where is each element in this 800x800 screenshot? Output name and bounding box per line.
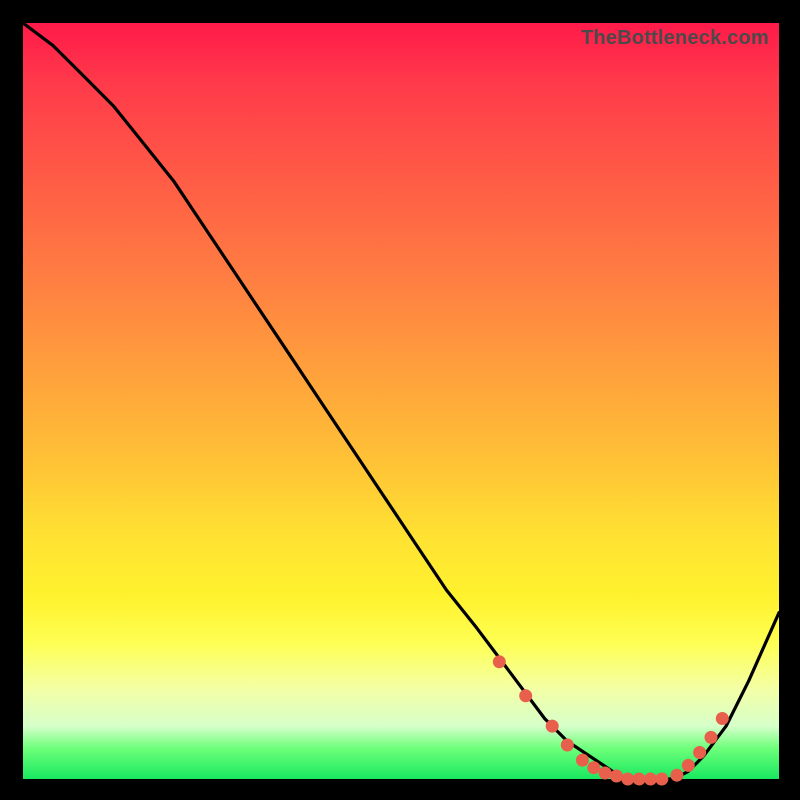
marker-point [716,713,728,725]
marker-point [671,769,683,781]
marker-point [599,767,611,779]
marker-point [705,731,717,743]
marker-point [546,720,558,732]
marker-point [588,762,600,774]
marker-point [682,759,694,771]
marker-point [622,773,634,785]
bottleneck-curve [23,23,779,779]
marker-group [493,656,728,785]
marker-point [611,770,623,782]
marker-point [561,739,573,751]
marker-point [645,773,657,785]
marker-point [694,747,706,759]
chart-frame: TheBottleneck.com [0,0,800,800]
plot-area: TheBottleneck.com [23,23,779,779]
marker-point [633,773,645,785]
curve-layer [23,23,779,779]
marker-point [656,773,668,785]
marker-point [576,754,588,766]
marker-point [493,656,505,668]
marker-point [520,690,532,702]
